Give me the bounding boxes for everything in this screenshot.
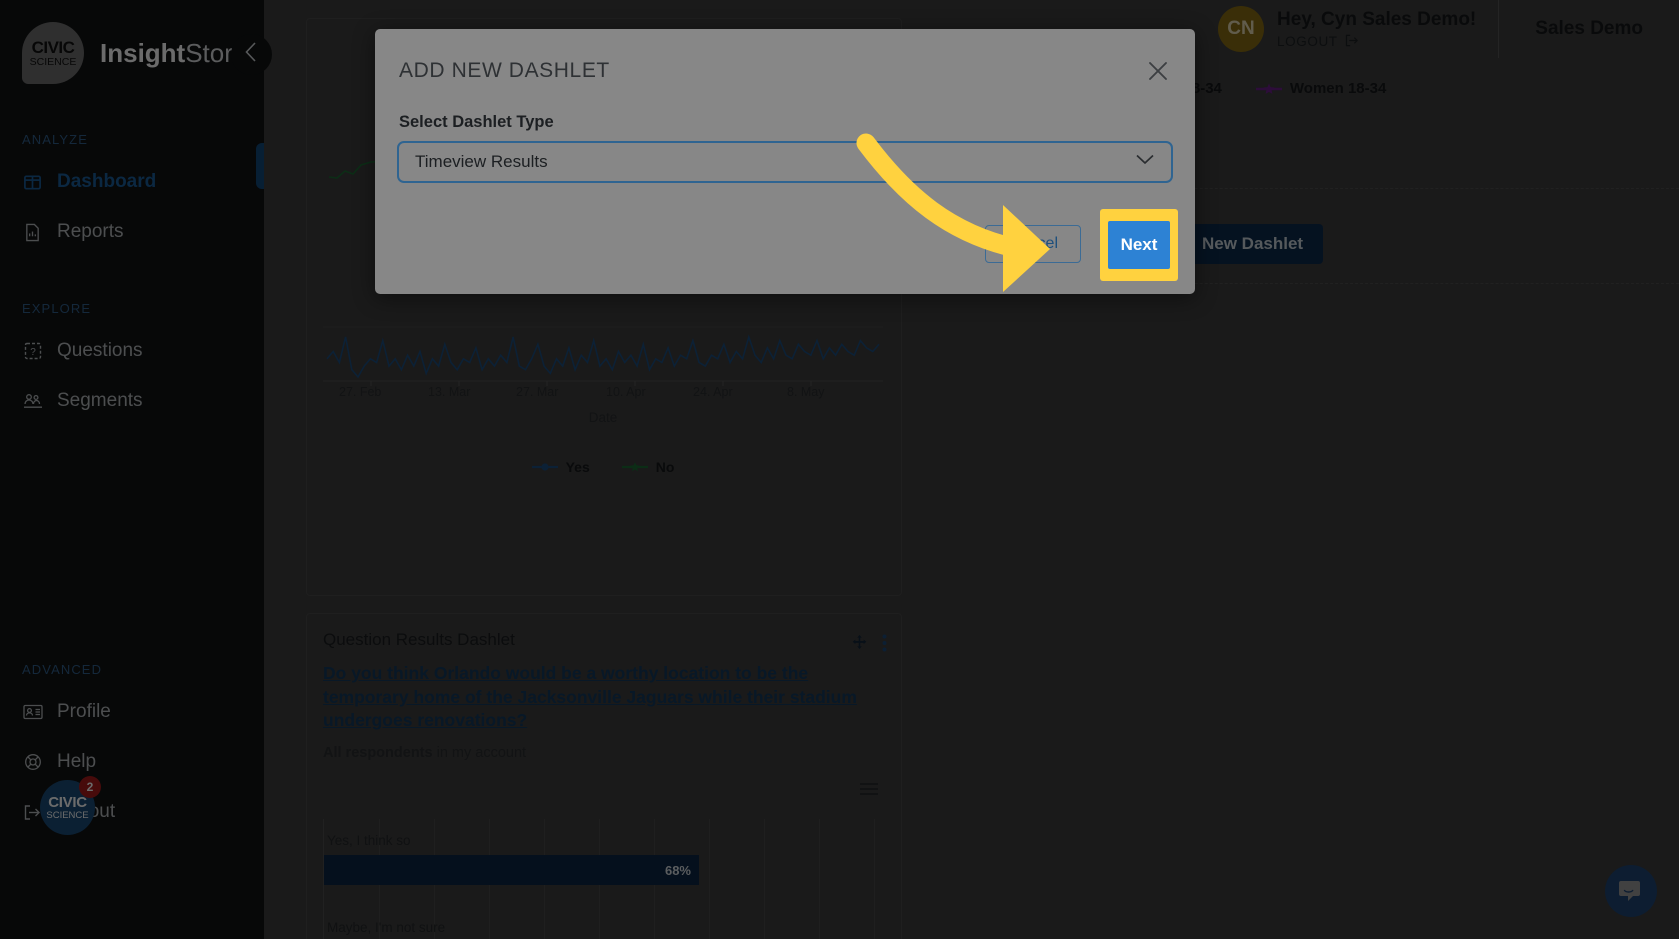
legend-label-women-18-34: Women 18-34 <box>1289 80 1387 97</box>
question-results-dashlet-card: Question Results Dashlet Do you think Or… <box>306 613 902 939</box>
nav-analyze-section: ANALYZE Dashboard Reports <box>0 132 264 253</box>
avatar: CN <box>1218 6 1265 52</box>
logo-line-1: CIVIC <box>31 37 75 57</box>
question-text-link[interactable]: Do you think Orlando would be a worthy l… <box>307 650 901 733</box>
notification-badge: 2 <box>79 776 101 798</box>
nav-section-label-explore: EXPLORE <box>22 301 92 316</box>
legend-item-no[interactable]: No <box>621 459 675 475</box>
logout-label: LOGOUT <box>1277 34 1338 49</box>
cancel-button[interactable]: Cancel <box>985 225 1081 263</box>
bar-value-label-0: 68% <box>664 862 691 878</box>
add-dashlet-modal: ADD NEW DASHLET Select Dashlet Type Time… <box>375 29 1195 294</box>
sidebar-item-profile[interactable]: Profile <box>0 691 264 733</box>
segments-icon <box>22 391 43 412</box>
legend-item-yes[interactable]: Yes <box>531 459 590 475</box>
brand-name-bold: Insight <box>100 37 186 68</box>
sidebar-item-label-profile: Profile <box>57 701 111 722</box>
chat-bubble-icon <box>1619 881 1640 901</box>
logout-icon <box>1345 34 1360 50</box>
civicscience-logo-icon: CIVIC SCIENCE <box>22 22 84 84</box>
sidebar-item-label-segments: Segments <box>57 390 143 411</box>
svg-text:?: ? <box>30 347 36 358</box>
next-button[interactable]: Next <box>1108 221 1170 269</box>
sidebar-item-label-dashboard: Dashboard <box>57 171 157 192</box>
sidebar-item-dashboard[interactable]: Dashboard <box>0 161 264 203</box>
vertical-dots-icon[interactable] <box>882 634 887 657</box>
sidebar-collapse-button[interactable] <box>231 34 272 75</box>
new-dashlet-button[interactable]: New Dashlet <box>1182 224 1324 264</box>
chat-widget-button[interactable] <box>1605 865 1657 917</box>
nav-section-label-advanced: ADVANCED <box>22 662 103 677</box>
dashboard-icon <box>22 172 43 193</box>
legend-marker-yes-icon <box>531 463 558 471</box>
sidebar-item-reports[interactable]: Reports <box>0 211 264 253</box>
audience-bold: All respondents <box>323 744 433 761</box>
app-root: CIVIC SCIENCE InsightStore ANALYZE Dashb… <box>0 0 1679 939</box>
chevron-left-icon <box>243 41 260 68</box>
dashlet-type-value: Timeview Results <box>415 152 548 171</box>
greeting-text: Hey, Cyn Sales Demo! <box>1277 8 1477 30</box>
user-menu[interactable]: CN Hey, Cyn Sales Demo! LOGOUT <box>1218 0 1500 58</box>
dashlet-type-select[interactable]: Timeview Results <box>397 141 1173 183</box>
nav-section-label-analyze: ANALYZE <box>22 132 88 147</box>
hamburger-menu-icon[interactable] <box>859 782 879 796</box>
bar-category-label-0: Yes, I think so <box>327 833 411 848</box>
chevron-down-icon <box>1135 153 1155 171</box>
legend-marker-star-icon <box>1255 83 1282 94</box>
close-icon <box>1149 62 1167 80</box>
sidebar-item-label-questions: Questions <box>57 340 143 361</box>
sidebar-item-label-reports: Reports <box>57 221 124 242</box>
results-bar-chart: Yes, I think so 68% Maybe, I'm not sure <box>323 819 883 939</box>
modal-title: ADD NEW DASHLET <box>399 59 610 82</box>
sidebar-item-questions[interactable]: ? Questions <box>0 330 264 372</box>
user-info: Hey, Cyn Sales Demo! LOGOUT <box>1277 9 1476 50</box>
brand: CIVIC SCIENCE InsightStore <box>0 0 264 84</box>
bar-segment-0: 68% <box>324 855 699 885</box>
sidebar-item-segments[interactable]: Segments <box>0 380 264 422</box>
footer-logo-line-2: SCIENCE <box>46 809 89 821</box>
x-tick-2: 27. Mar <box>516 385 559 399</box>
legend-label-yes: Yes <box>565 459 590 475</box>
legend-label-no: No <box>655 459 675 475</box>
audience-description: All respondents in my account <box>307 733 901 761</box>
x-tick-5: 8. May <box>787 385 825 399</box>
life-ring-icon <box>22 752 43 773</box>
x-tick-4: 24. Apr <box>693 385 733 399</box>
legend-marker-no-icon <box>621 462 648 472</box>
x-tick-0: 27. Feb <box>339 385 382 399</box>
timeview-legend: Yes No <box>323 459 883 475</box>
brand-name: InsightStore <box>100 38 247 69</box>
profile-card-icon <box>22 702 43 723</box>
move-handle-icon[interactable] <box>851 634 868 657</box>
nav-explore-section: EXPLORE ? Questions Segments <box>0 301 264 422</box>
legend-item-women-18-34[interactable]: Women 18-34 <box>1255 80 1387 97</box>
report-icon <box>22 222 43 243</box>
logout-link[interactable]: LOGOUT <box>1277 34 1476 50</box>
sidebar-item-help[interactable]: Help <box>0 741 264 783</box>
question-icon: ? <box>22 341 43 362</box>
sidebar-footer-logo[interactable]: CIVIC SCIENCE 2 <box>40 776 101 835</box>
footer-logo-line-1: CIVIC <box>48 793 87 811</box>
sidebar: CIVIC SCIENCE InsightStore ANALYZE Dashb… <box>0 0 270 939</box>
logo-line-2: SCIENCE <box>29 55 77 68</box>
audience-rest: in my account <box>432 744 527 761</box>
modal-close-button[interactable] <box>1143 56 1173 86</box>
next-button-highlight: Next <box>1100 209 1178 281</box>
x-axis-title: Date <box>588 410 618 425</box>
bar-category-label-1: Maybe, I'm not sure <box>327 920 446 935</box>
dashlet-header-actions <box>851 634 887 657</box>
account-name[interactable]: Sales Demo <box>1499 0 1679 58</box>
timeview-line-chart: 27. Feb 13. Mar 27. Mar 10. Apr 24. Apr … <box>323 319 883 499</box>
x-tick-3: 10. Apr <box>606 385 646 399</box>
select-dashlet-type-label: Select Dashlet Type <box>399 113 554 131</box>
x-tick-1: 13. Mar <box>428 385 471 399</box>
sidebar-item-label-help: Help <box>57 751 97 772</box>
dashlet-title: Question Results Dashlet <box>323 630 515 649</box>
